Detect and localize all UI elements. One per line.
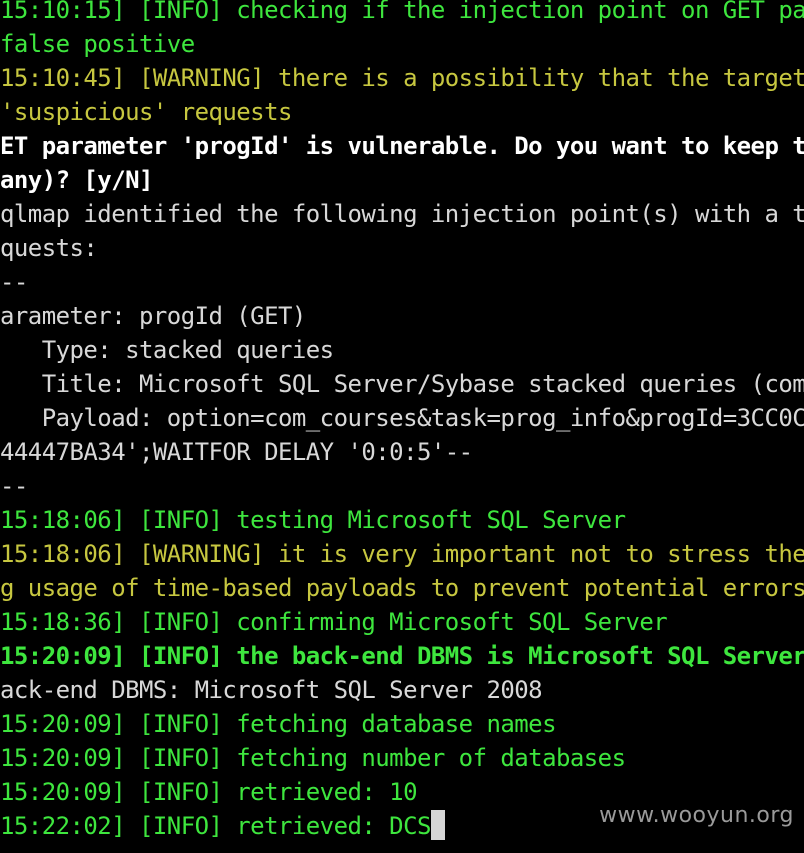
log-line: 15:18:06] [WARNING] it is very important… [0,540,804,568]
log-line: false positive [0,30,195,58]
log-line-text: 15:22:02] [INFO] retrieved: DCS [0,812,431,840]
watermark: www.wooyun.org [599,803,794,828]
log-line: 15:18:06] [INFO] testing Microsoft SQL S… [0,506,626,534]
log-line: 15:20:09] [INFO] fetching number of data… [0,744,626,772]
output-line: Type: stacked queries [0,336,334,364]
log-line: 15:20:09] [INFO] fetching database names [0,710,557,738]
output-line: qlmap identified the following injection… [0,200,804,228]
log-line: 15:10:15] [INFO] checking if the injecti… [0,0,804,24]
output-line: quests: [0,234,98,262]
output-line: Title: Microsoft SQL Server/Sybase stack… [0,370,804,398]
text-cursor [430,810,445,840]
terminal-output[interactable]: 15:10:15] [INFO] checking if the injecti… [0,0,804,853]
separator-line: -- [0,472,28,500]
output-line: arameter: progId (GET) [0,302,306,330]
log-line: 'suspicious' requests [0,98,292,126]
log-line: g usage of time-based payloads to preven… [0,574,804,602]
output-line: 44447BA34';WAITFOR DELAY '0:0:5'-- [0,438,473,466]
prompt-line: any)? [y/N] [0,166,153,194]
output-line: Payload: option=com_courses&task=prog_in… [0,404,804,432]
separator-line: -- [0,268,28,296]
log-line: 15:10:45] [WARNING] there is a possibili… [0,64,804,92]
prompt-line: ET parameter 'progId' is vulnerable. Do … [0,132,804,160]
output-line: ack-end DBMS: Microsoft SQL Server 2008 [0,676,543,704]
log-line: 15:18:36] [INFO] confirming Microsoft SQ… [0,608,668,636]
log-line: 15:20:09] [INFO] the back-end DBMS is Mi… [0,642,804,670]
